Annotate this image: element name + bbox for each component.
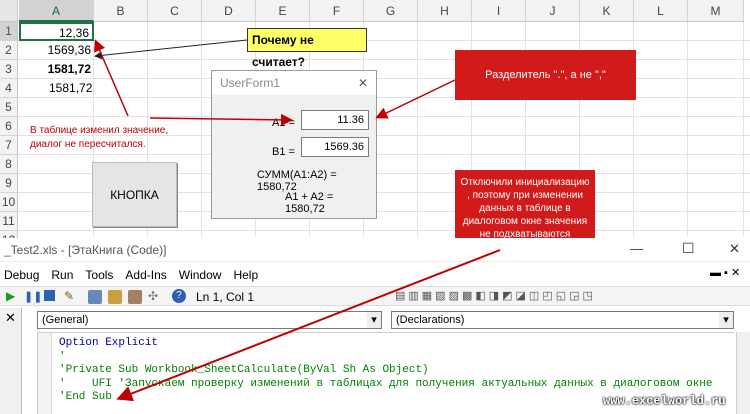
arrow-separator bbox=[375, 79, 456, 119]
arrow-init bbox=[116, 249, 501, 402]
arrow-question bbox=[94, 39, 248, 60]
arrow-textbox bbox=[149, 113, 293, 126]
annotation-arrows bbox=[94, 39, 501, 402]
